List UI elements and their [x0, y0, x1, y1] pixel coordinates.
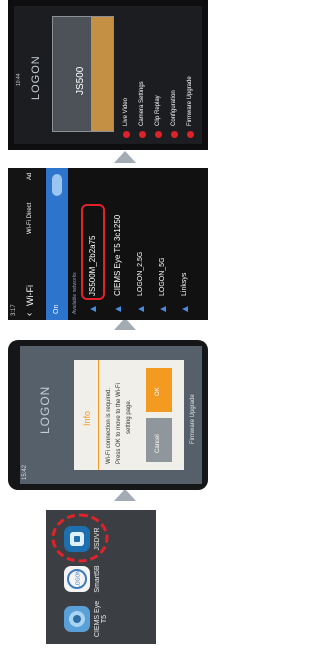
brand-logo: LOGON: [30, 55, 42, 100]
network-item-2[interactable]: ▲ CIEMS Eye T5 3c1250: [108, 168, 130, 320]
app-label-ciems: CIEMS Eye T5: [94, 600, 108, 638]
dialog-screen: 15:42 LOGON Info Wi-Fi connection is req…: [20, 346, 202, 484]
cancel-button[interactable]: Cancel: [146, 418, 172, 462]
camera-icon: [139, 131, 146, 138]
network-item-3[interactable]: ▲ LOGON_2.5G: [132, 168, 152, 320]
step-arrow-3: [114, 151, 136, 163]
ciems-eye-app-icon[interactable]: [64, 606, 90, 632]
menu-item-configuration[interactable]: Configuration: [168, 10, 182, 140]
firmware-upgrade-item[interactable]: Firmware Upgrade: [190, 394, 196, 444]
replay-icon: [155, 131, 162, 138]
model-name: JS500: [75, 66, 86, 95]
wifi-icon: ▲: [158, 304, 169, 314]
info-dialog: Info Wi-Fi connection is required. Press…: [74, 360, 184, 470]
upgrade-icon: [187, 131, 194, 138]
wifi-title: Wi-Fi: [25, 285, 35, 306]
wifi-icon: ▲: [113, 304, 124, 314]
wifi-icon: ▲: [136, 304, 147, 314]
gear-icon: [171, 131, 178, 138]
status-time: 3:17: [11, 304, 17, 316]
highlight-box: [81, 204, 105, 300]
info-dialog-phone: 15:42 LOGON Info Wi-Fi connection is req…: [8, 340, 208, 490]
menu-item-live-video[interactable]: Live Video: [120, 10, 134, 140]
menu-item-firmware-upgrade[interactable]: Firmware Upgrade: [184, 10, 198, 140]
home-screen-panel: CIEMS Eye T5 LOGON Smart5B JSDVR: [46, 510, 156, 644]
back-icon[interactable]: ‹: [24, 313, 35, 316]
network-item-5[interactable]: ▲ Linksys: [176, 168, 196, 320]
wifi-direct-link[interactable]: Wi-Fi Direct: [27, 203, 33, 234]
wifi-toggle-bar[interactable]: On: [46, 168, 68, 320]
network-item-4[interactable]: ▲ LOGON_5G: [154, 168, 174, 320]
step-arrow-1: [114, 489, 136, 501]
record-icon: [123, 131, 130, 138]
dialog-message-3: setting page.: [126, 399, 132, 434]
advanced-link[interactable]: Ad: [27, 173, 33, 180]
svg-text:LOGON: LOGON: [76, 570, 82, 588]
wifi-settings-phone: 3:17 ‹ Wi-Fi Wi-Fi Direct Ad On Availabl…: [8, 168, 208, 320]
menu-item-camera-settings[interactable]: Camera Settings: [136, 10, 150, 140]
ok-button[interactable]: OK: [146, 368, 172, 412]
device-image: JS500: [52, 16, 114, 132]
brand-logo: LOGON: [38, 385, 52, 434]
wifi-icon: ▲: [180, 304, 191, 314]
dialog-title: Info: [82, 410, 92, 426]
status-time: 10:44: [16, 73, 22, 86]
dialog-message-2: Press OK to move to the Wi-Fi: [116, 382, 122, 464]
status-time: 15:42: [22, 464, 28, 480]
logon-app-icon[interactable]: LOGON: [64, 566, 90, 592]
dialog-message-1: Wi-Fi connection is required.: [106, 387, 112, 464]
app-main-phone: 10:44 LOGON JS500 Live Video Camera Sett…: [8, 0, 208, 150]
app-label-smart: Smart5B: [94, 565, 101, 593]
highlight-circle: [51, 513, 109, 563]
menu-item-clip-replay[interactable]: Clip Replay: [152, 10, 166, 140]
available-networks-label: Available networks: [72, 272, 78, 314]
wifi-icon: ▲: [88, 304, 99, 314]
